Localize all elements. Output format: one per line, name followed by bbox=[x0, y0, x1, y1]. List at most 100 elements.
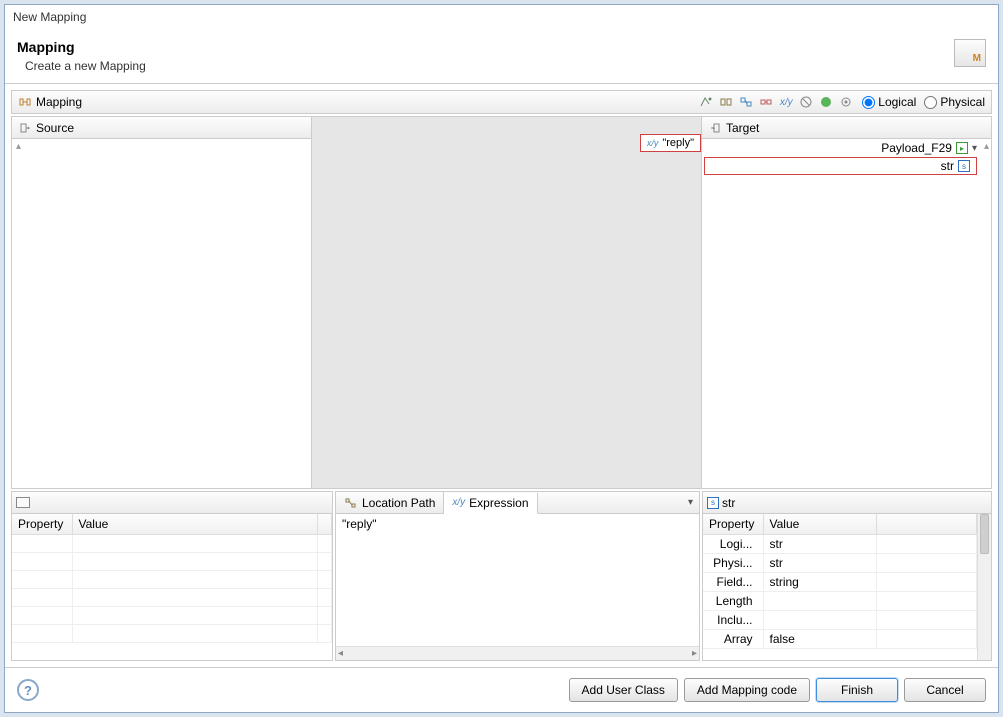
expression-node-reply[interactable]: x/y "reply" bbox=[640, 134, 701, 152]
menu-arrow-icon[interactable]: ▾ bbox=[972, 143, 977, 154]
tab-expression[interactable]: x/y Expression bbox=[444, 493, 537, 514]
titlebar: New Mapping bbox=[5, 5, 998, 29]
table-row[interactable]: Physi...str bbox=[703, 554, 977, 573]
table-row[interactable]: Logi...str bbox=[703, 535, 977, 554]
table-row[interactable]: Inclu... bbox=[703, 611, 977, 630]
left-col-property[interactable]: Property bbox=[12, 514, 72, 535]
right-col-blank bbox=[877, 514, 977, 535]
dialog-header: Mapping Create a new Mapping bbox=[5, 29, 998, 84]
panel-box-icon bbox=[16, 497, 30, 508]
finish-button[interactable]: Finish bbox=[816, 678, 898, 702]
page-title: Mapping bbox=[17, 39, 146, 55]
vscrollbar[interactable] bbox=[977, 514, 991, 660]
logical-radio[interactable] bbox=[862, 96, 875, 109]
physical-radio[interactable] bbox=[924, 96, 937, 109]
left-col-blank bbox=[318, 514, 332, 535]
target-icon bbox=[708, 121, 722, 135]
tool-icon-2[interactable] bbox=[718, 94, 734, 110]
table-row bbox=[12, 553, 332, 571]
tool-icon-3[interactable] bbox=[738, 94, 754, 110]
add-mapping-code-button[interactable]: Add Mapping code bbox=[684, 678, 810, 702]
expression-body[interactable]: "reply" ◂ ▸ bbox=[336, 514, 699, 660]
dialog-footer: ? Add User Class Add Mapping code Finish… bbox=[5, 667, 998, 712]
table-row[interactable]: Arrayfalse bbox=[703, 630, 977, 649]
left-panel-header bbox=[12, 492, 332, 514]
dialog-window: New Mapping Mapping Create a new Mapping… bbox=[4, 4, 999, 713]
scroll-right-icon[interactable]: ▸ bbox=[692, 648, 697, 659]
target-column: Target ▴ Payload_F29 ▸ ▾ str bbox=[701, 117, 991, 488]
xy-mini-icon: x/y bbox=[647, 138, 659, 148]
toolbar-right: x/y Logical Physical bbox=[698, 94, 985, 110]
view-mode-logical[interactable]: Logical bbox=[862, 95, 916, 109]
right-panel-title: str bbox=[722, 496, 735, 510]
table-row bbox=[12, 607, 332, 625]
tool-icon-4[interactable] bbox=[758, 94, 774, 110]
target-str-row[interactable]: str s bbox=[704, 157, 977, 175]
green-dot-icon[interactable] bbox=[818, 94, 834, 110]
source-column: Source ▴ bbox=[12, 117, 312, 488]
tab-location-path[interactable]: Location Path bbox=[336, 492, 444, 513]
header-text: Mapping Create a new Mapping bbox=[17, 39, 146, 73]
bottom-panels: Property Value bbox=[11, 491, 992, 661]
tab-location-label: Location Path bbox=[362, 496, 435, 510]
right-col-value[interactable]: Value bbox=[763, 514, 877, 535]
source-icon bbox=[18, 121, 32, 135]
tool-icon-6[interactable] bbox=[798, 94, 814, 110]
expression-panel: Location Path x/y Expression ▾ "reply" ◂… bbox=[335, 491, 700, 661]
target-payload-row[interactable]: Payload_F29 ▸ ▾ bbox=[702, 139, 991, 157]
window-title: New Mapping bbox=[13, 10, 86, 24]
vscroll-thumb[interactable] bbox=[980, 514, 989, 554]
table-row[interactable]: Length bbox=[703, 592, 977, 611]
xy-tab-icon: x/y bbox=[452, 497, 465, 508]
footer-buttons: Add User Class Add Mapping code Finish C… bbox=[569, 678, 986, 702]
table-row bbox=[12, 571, 332, 589]
xy-icon[interactable]: x/y bbox=[778, 94, 794, 110]
right-panel-body: Property Value Logi...str Physi...str Fi… bbox=[703, 514, 991, 660]
collapse-arrow-icon[interactable]: ▴ bbox=[12, 139, 311, 154]
scroll-left-icon[interactable]: ◂ bbox=[338, 648, 343, 659]
content-area: Mapping x/y Logical Physical bbox=[5, 84, 998, 667]
expression-value: "reply" bbox=[342, 517, 377, 531]
tab-dropdown-icon[interactable]: ▾ bbox=[688, 497, 699, 508]
right-property-table: Property Value Logi...str Physi...str Fi… bbox=[703, 514, 977, 649]
main-pane: Source ▴ x/y "reply" Target bbox=[11, 116, 992, 489]
mapping-icon bbox=[18, 95, 32, 109]
view-mode-physical[interactable]: Physical bbox=[924, 95, 985, 109]
source-header: Source bbox=[12, 117, 311, 139]
table-row bbox=[12, 589, 332, 607]
mapping-toolbar: Mapping x/y Logical Physical bbox=[11, 90, 992, 114]
right-property-panel: s str Property Value Logi...str Physi...… bbox=[702, 491, 992, 661]
left-property-panel: Property Value bbox=[11, 491, 333, 661]
left-col-value[interactable]: Value bbox=[72, 514, 318, 535]
table-row[interactable]: Field...string bbox=[703, 573, 977, 592]
toolbar-label: Mapping bbox=[36, 95, 82, 109]
toolbar-left: Mapping bbox=[18, 95, 82, 109]
target-title: Target bbox=[726, 121, 759, 135]
expression-tabbar: Location Path x/y Expression ▾ bbox=[336, 492, 699, 514]
cancel-button[interactable]: Cancel bbox=[904, 678, 986, 702]
mapping-banner-icon bbox=[954, 39, 986, 67]
source-body[interactable]: ▴ bbox=[12, 139, 311, 488]
target-body[interactable]: ▴ Payload_F29 ▸ ▾ str s bbox=[702, 139, 991, 488]
logical-label: Logical bbox=[878, 95, 916, 109]
str-label: str bbox=[941, 159, 954, 173]
str-type-icon: s bbox=[958, 160, 970, 172]
table-row bbox=[12, 625, 332, 643]
left-panel-body: Property Value bbox=[12, 514, 332, 660]
reply-node-label: "reply" bbox=[662, 137, 694, 149]
table-row bbox=[12, 535, 332, 553]
tool-icon-1[interactable] bbox=[698, 94, 714, 110]
right-panel-header: s str bbox=[703, 492, 991, 514]
location-path-icon bbox=[344, 496, 358, 510]
target-content: Payload_F29 ▸ ▾ str s bbox=[702, 139, 991, 175]
physical-label: Physical bbox=[940, 95, 985, 109]
gear-icon[interactable] bbox=[838, 94, 854, 110]
payload-label: Payload_F29 bbox=[881, 141, 952, 155]
hscrollbar[interactable]: ◂ ▸ bbox=[336, 646, 699, 660]
help-button[interactable]: ? bbox=[17, 679, 39, 701]
add-user-class-button[interactable]: Add User Class bbox=[569, 678, 678, 702]
str-header-icon: s bbox=[707, 497, 719, 509]
left-property-table: Property Value bbox=[12, 514, 332, 643]
tab-expression-label: Expression bbox=[469, 496, 528, 510]
right-col-property[interactable]: Property bbox=[703, 514, 763, 535]
